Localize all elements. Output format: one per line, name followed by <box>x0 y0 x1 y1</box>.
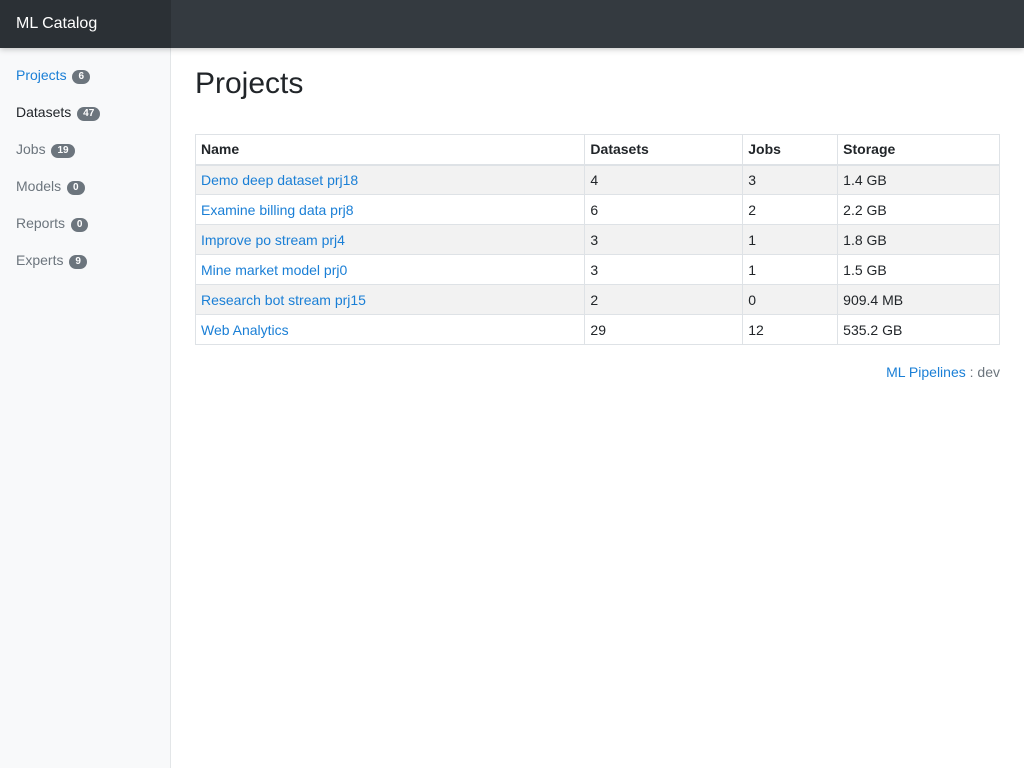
sidebar-item-label: Experts <box>16 252 64 268</box>
sidebar-item-datasets[interactable]: Datasets 47 <box>0 85 170 122</box>
main-content: Projects Name Datasets Jobs Storage Demo… <box>171 48 1024 768</box>
storage-cell: 535.2 GB <box>837 314 1000 345</box>
project-link[interactable]: Demo deep dataset prj18 <box>201 172 358 188</box>
storage-cell: 2.2 GB <box>837 194 1000 225</box>
table-header-row: Name Datasets Jobs Storage <box>194 134 1000 166</box>
jobs-cell: 0 <box>742 284 839 315</box>
brand-link[interactable]: ML Catalog <box>0 0 171 48</box>
storage-cell: 1.8 GB <box>837 224 1000 255</box>
ml-pipelines-link[interactable]: ML Pipelines <box>886 364 966 380</box>
storage-cell: 1.4 GB <box>837 164 1000 195</box>
count-badge: 6 <box>72 70 91 84</box>
project-name-cell: Demo deep dataset prj18 <box>194 164 586 195</box>
project-link[interactable]: Research bot stream prj15 <box>201 292 366 308</box>
datasets-cell: 3 <box>584 254 744 285</box>
storage-cell: 909.4 MB <box>837 284 1000 315</box>
count-badge: 0 <box>70 218 89 232</box>
storage-cell: 1.5 GB <box>837 254 1000 285</box>
project-link[interactable]: Mine market model prj0 <box>201 262 347 278</box>
table-row: Web Analytics 29 12 535.2 GB <box>194 314 1000 345</box>
sidebar: Projects 6 Datasets 47 Jobs 19 Models 0 … <box>0 48 171 768</box>
sidebar-item-label: Datasets <box>16 104 72 120</box>
column-header-storage[interactable]: Storage <box>837 134 1000 166</box>
project-name-cell: Web Analytics <box>194 314 586 345</box>
footer-separator: : <box>965 364 978 380</box>
sidebar-item-models[interactable]: Models 0 <box>0 159 170 196</box>
jobs-cell: 1 <box>742 224 839 255</box>
jobs-cell: 1 <box>742 254 839 285</box>
sidebar-item-reports[interactable]: Reports 0 <box>0 196 170 233</box>
table-row: Mine market model prj0 3 1 1.5 GB <box>194 254 1000 285</box>
project-name-cell: Improve po stream prj4 <box>194 224 586 255</box>
table-row: Research bot stream prj15 2 0 909.4 MB <box>194 284 1000 315</box>
project-name-cell: Examine billing data prj8 <box>194 194 586 225</box>
sidebar-item-jobs[interactable]: Jobs 19 <box>0 122 170 159</box>
project-link[interactable]: Examine billing data prj8 <box>201 202 354 218</box>
column-header-name[interactable]: Name <box>194 134 586 166</box>
project-link[interactable]: Web Analytics <box>201 322 289 338</box>
table-row: Examine billing data prj8 6 2 2.2 GB <box>194 194 1000 225</box>
datasets-cell: 4 <box>584 164 744 195</box>
footer: ML Pipelines : dev <box>886 364 1000 380</box>
project-link[interactable]: Improve po stream prj4 <box>201 232 345 248</box>
jobs-cell: 12 <box>742 314 839 345</box>
page-title: Projects <box>195 67 304 100</box>
sidebar-item-label: Models <box>16 178 62 194</box>
jobs-cell: 3 <box>742 164 839 195</box>
table-row: Improve po stream prj4 3 1 1.8 GB <box>194 224 1000 255</box>
projects-table: Name Datasets Jobs Storage Demo deep dat… <box>194 134 1000 345</box>
column-header-datasets[interactable]: Datasets <box>584 134 744 166</box>
datasets-cell: 29 <box>584 314 744 345</box>
sidebar-item-projects[interactable]: Projects 6 <box>0 48 170 85</box>
sidebar-item-label: Jobs <box>16 141 46 157</box>
table-row: Demo deep dataset prj18 4 3 1.4 GB <box>194 164 1000 195</box>
datasets-cell: 2 <box>584 284 744 315</box>
project-name-cell: Mine market model prj0 <box>194 254 586 285</box>
sidebar-item-label: Reports <box>16 215 66 231</box>
datasets-cell: 3 <box>584 224 744 255</box>
datasets-cell: 6 <box>584 194 744 225</box>
count-badge: 47 <box>77 107 101 121</box>
project-name-cell: Research bot stream prj15 <box>194 284 586 315</box>
environment-label: dev <box>977 364 1000 380</box>
count-badge: 9 <box>69 255 87 269</box>
column-header-jobs[interactable]: Jobs <box>742 134 839 166</box>
jobs-cell: 2 <box>742 194 839 225</box>
top-navbar: ML Catalog <box>0 0 1024 48</box>
count-badge: 0 <box>67 181 85 195</box>
count-badge: 19 <box>51 144 75 158</box>
sidebar-item-label: Projects <box>16 67 67 83</box>
sidebar-item-experts[interactable]: Experts 9 <box>0 233 170 270</box>
